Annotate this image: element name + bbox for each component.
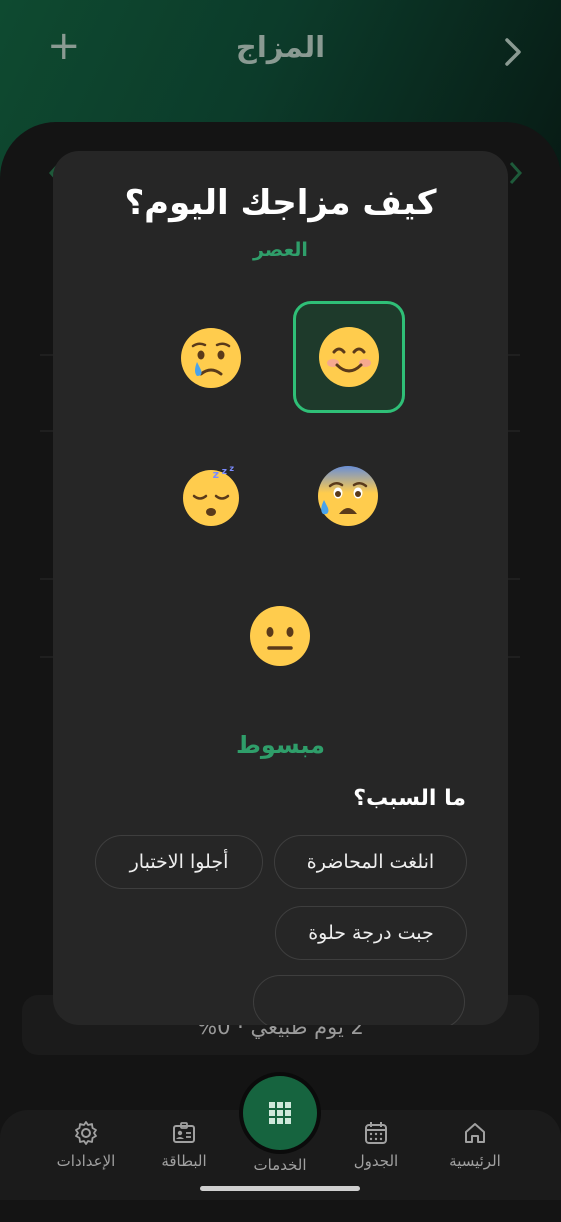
nav-label: الجدول bbox=[353, 1152, 399, 1170]
neutral-face-icon bbox=[250, 606, 310, 666]
grid-icon bbox=[269, 1102, 291, 1124]
mood-option-crying[interactable] bbox=[156, 303, 266, 413]
chevron-right-icon bbox=[509, 161, 523, 185]
anxious-sweat-face-icon bbox=[318, 466, 378, 526]
reason-chip[interactable]: أجلوا الاختبار bbox=[95, 835, 263, 889]
nav-home[interactable]: الرئيسية bbox=[420, 1120, 530, 1170]
reason-question: ما السبب؟ bbox=[353, 786, 466, 811]
svg-text:z: z bbox=[222, 467, 227, 477]
nav-label: البطاقة bbox=[161, 1152, 207, 1170]
chevron-right-icon[interactable] bbox=[493, 32, 533, 72]
home-indicator bbox=[200, 1186, 360, 1191]
nav-label: الإعدادات bbox=[56, 1152, 116, 1170]
mood-option-anxious[interactable] bbox=[293, 441, 403, 551]
nav-label: الرئيسية bbox=[449, 1152, 501, 1170]
calendar-icon bbox=[365, 1122, 387, 1144]
id-card-icon bbox=[173, 1122, 195, 1143]
mood-option-neutral[interactable] bbox=[225, 581, 335, 691]
mood-option-smiling[interactable] bbox=[293, 301, 405, 413]
nav-settings[interactable]: الإعدادات bbox=[31, 1120, 141, 1170]
period-label: العصر bbox=[253, 239, 308, 261]
selected-mood-label: مبسوط bbox=[235, 731, 326, 759]
sleepy-face-icon: z z z bbox=[183, 464, 239, 526]
nav-services-button[interactable] bbox=[243, 1076, 317, 1150]
dialog-title: كيف مزاجك اليوم؟ bbox=[124, 183, 437, 223]
page-title: المزاج bbox=[235, 30, 326, 64]
nav-schedule[interactable]: الجدول bbox=[321, 1120, 431, 1170]
reason-chip-partial[interactable] bbox=[253, 975, 465, 1025]
mood-dialog: كيف مزاجك اليوم؟ العصر z z z مبسوط ما ال… bbox=[53, 151, 508, 1025]
svg-text:z: z bbox=[213, 468, 219, 481]
home-icon bbox=[465, 1123, 485, 1143]
mood-option-sleepy[interactable]: z z z bbox=[156, 441, 266, 551]
gear-icon bbox=[75, 1121, 97, 1145]
crying-face-icon bbox=[181, 328, 241, 388]
nav-card[interactable]: البطاقة bbox=[129, 1120, 239, 1170]
reason-chip[interactable]: انلغت المحاضرة bbox=[274, 835, 467, 889]
reason-chip[interactable]: جبت درجة حلوة bbox=[275, 906, 467, 960]
smiling-face-icon bbox=[319, 327, 379, 387]
svg-text:z: z bbox=[229, 464, 234, 473]
nav-label: الخدمات bbox=[253, 1156, 307, 1174]
